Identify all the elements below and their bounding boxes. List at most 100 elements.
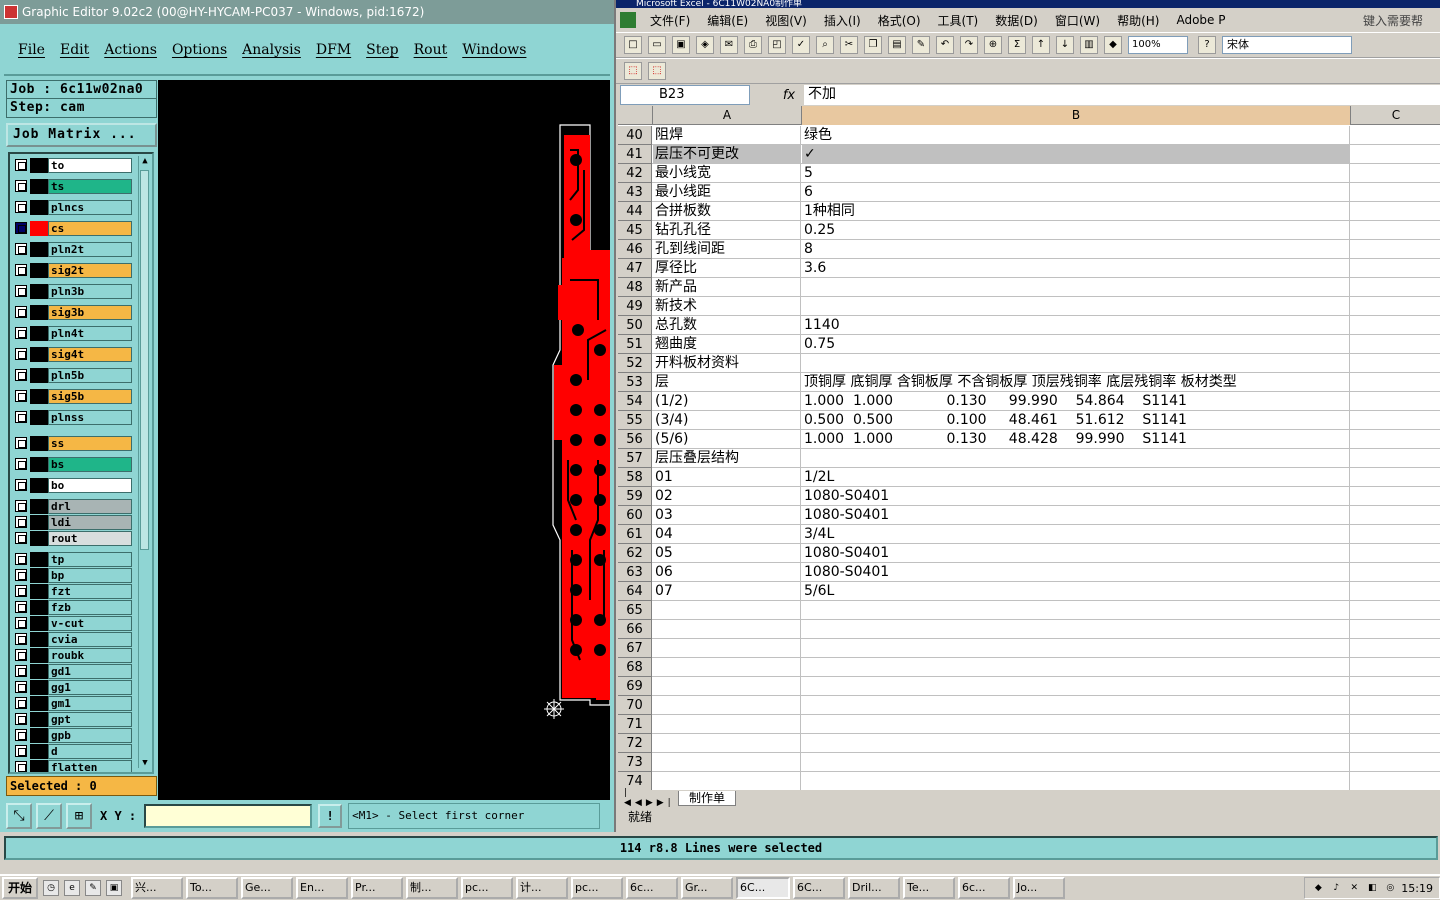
row-header[interactable]: 54 (618, 392, 652, 411)
layer-checkbox[interactable] (15, 697, 27, 709)
xl-menu-window[interactable]: 窗口(W) (1055, 12, 1100, 29)
help-icon[interactable]: ? (1198, 36, 1216, 54)
taskbar-button[interactable]: To... (186, 877, 239, 899)
layer-checkbox[interactable] (15, 369, 27, 381)
cell-c[interactable] (1351, 373, 1440, 392)
name-box[interactable]: B23 (620, 85, 750, 105)
cell-a[interactable] (653, 677, 801, 696)
help-search-box[interactable]: 键入需要帮 (1363, 12, 1423, 29)
origin-marker-icon[interactable] (544, 699, 564, 719)
cell-a[interactable]: 阻焊 (653, 126, 801, 145)
cell-c[interactable] (1351, 601, 1440, 620)
layer-row-ss[interactable]: ss (12, 436, 136, 451)
row-header[interactable]: 49 (618, 297, 652, 316)
scroll-up-icon[interactable]: ▲ (139, 156, 151, 166)
layer-row-bp[interactable]: bp (12, 568, 136, 583)
cell-c[interactable] (1351, 259, 1440, 278)
cell-b[interactable] (802, 715, 1350, 734)
row-header[interactable]: 65 (618, 601, 652, 620)
cell-c[interactable] (1351, 126, 1440, 145)
row-header[interactable]: 58 (618, 468, 652, 487)
cell-c[interactable] (1351, 278, 1440, 297)
cell-b[interactable] (802, 772, 1350, 790)
cell-a[interactable]: 最小线距 (653, 183, 801, 202)
layer-checkbox[interactable] (15, 390, 27, 402)
layer-checkbox[interactable] (15, 681, 27, 693)
row-header[interactable]: 68 (618, 658, 652, 677)
layer-row-pln5b[interactable]: pln5b (12, 368, 136, 383)
layer-checkbox[interactable] (15, 327, 27, 339)
tray-network-icon[interactable]: ◆ (1311, 881, 1325, 895)
taskbar-button[interactable]: pc... (571, 877, 624, 899)
cell-c[interactable] (1351, 525, 1440, 544)
tray-x-icon[interactable]: ✕ (1347, 881, 1361, 895)
paste-icon[interactable]: ▤ (888, 36, 906, 54)
layer-row-sig2t[interactable]: sig2t (12, 263, 136, 278)
cell-b[interactable] (802, 753, 1350, 772)
layer-checkbox[interactable] (15, 601, 27, 613)
excel-app-icon[interactable] (620, 12, 636, 28)
cell-b[interactable] (802, 601, 1350, 620)
xy-input[interactable] (144, 804, 313, 828)
cell-c[interactable] (1351, 297, 1440, 316)
row-header[interactable]: 70 (618, 696, 652, 715)
cell-c[interactable] (1351, 544, 1440, 563)
layer-checkbox[interactable] (15, 222, 27, 234)
layer-row-d[interactable]: d (12, 744, 136, 759)
zoom-select[interactable]: 100% (1128, 36, 1188, 54)
cell-c[interactable] (1351, 677, 1440, 696)
row-header[interactable]: 46 (618, 240, 652, 259)
cell-a[interactable]: 钻孔孔径 (653, 221, 801, 240)
layer-checkbox[interactable] (15, 458, 27, 470)
menu-analysis[interactable]: Analysis (242, 42, 301, 58)
menu-options[interactable]: Options (172, 42, 227, 58)
taskbar-button[interactable]: 6C... (793, 877, 846, 899)
layer-checkbox[interactable] (15, 180, 27, 192)
cell-c[interactable] (1351, 392, 1440, 411)
new-icon[interactable]: □ (624, 36, 642, 54)
layer-row-plnss[interactable]: plnss (12, 410, 136, 425)
cell-c[interactable] (1351, 468, 1440, 487)
zoom-box-icon[interactable]: ⤡ (6, 803, 32, 829)
row-header[interactable]: 67 (618, 639, 652, 658)
cell-c[interactable] (1351, 582, 1440, 601)
layer-row-gpt[interactable]: gpt (12, 712, 136, 727)
cell-b[interactable]: 1080-S0401 (802, 563, 1350, 582)
sort-desc-icon[interactable]: ↓ (1056, 36, 1074, 54)
layer-checkbox[interactable] (15, 745, 27, 757)
taskbar-button[interactable]: Dril... (848, 877, 901, 899)
cell-a[interactable]: (3/4) (653, 411, 801, 430)
layer-row-plncs[interactable]: plncs (12, 200, 136, 215)
cell-c[interactable] (1351, 753, 1440, 772)
cell-c[interactable] (1351, 449, 1440, 468)
taskbar-button[interactable]: En... (296, 877, 349, 899)
pdf-email-icon[interactable]: ⬚ (648, 62, 666, 80)
row-header[interactable]: 52 (618, 354, 652, 373)
cell-a[interactable]: 层 (653, 373, 801, 392)
cell-c[interactable] (1351, 354, 1440, 373)
row-header[interactable]: 40 (618, 126, 652, 145)
taskbar-button[interactable]: 6c... (958, 877, 1011, 899)
cell-b[interactable]: 5 (802, 164, 1350, 183)
cell-b[interactable]: 1/2L (802, 468, 1350, 487)
layer-checkbox[interactable] (15, 243, 27, 255)
xl-menu-data[interactable]: 数据(D) (995, 12, 1038, 29)
cell-b[interactable]: 1140 (802, 316, 1350, 335)
row-header[interactable]: 50 (618, 316, 652, 335)
layer-checkbox[interactable] (15, 665, 27, 677)
row-header[interactable]: 57 (618, 449, 652, 468)
cell-b[interactable] (802, 354, 1350, 373)
cell-c[interactable] (1351, 240, 1440, 259)
layer-checkbox[interactable] (15, 585, 27, 597)
row-header[interactable]: 43 (618, 183, 652, 202)
cell-a[interactable]: 06 (653, 563, 801, 582)
cell-b[interactable]: 3.6 (802, 259, 1350, 278)
layer-checkbox[interactable] (15, 761, 27, 772)
layer-checkbox[interactable] (15, 437, 27, 449)
cell-b[interactable] (802, 620, 1350, 639)
cell-a[interactable]: 01 (653, 468, 801, 487)
cell-c[interactable] (1351, 335, 1440, 354)
cell-c[interactable] (1351, 658, 1440, 677)
layer-checkbox[interactable] (15, 553, 27, 565)
layer-checkbox[interactable] (15, 633, 27, 645)
